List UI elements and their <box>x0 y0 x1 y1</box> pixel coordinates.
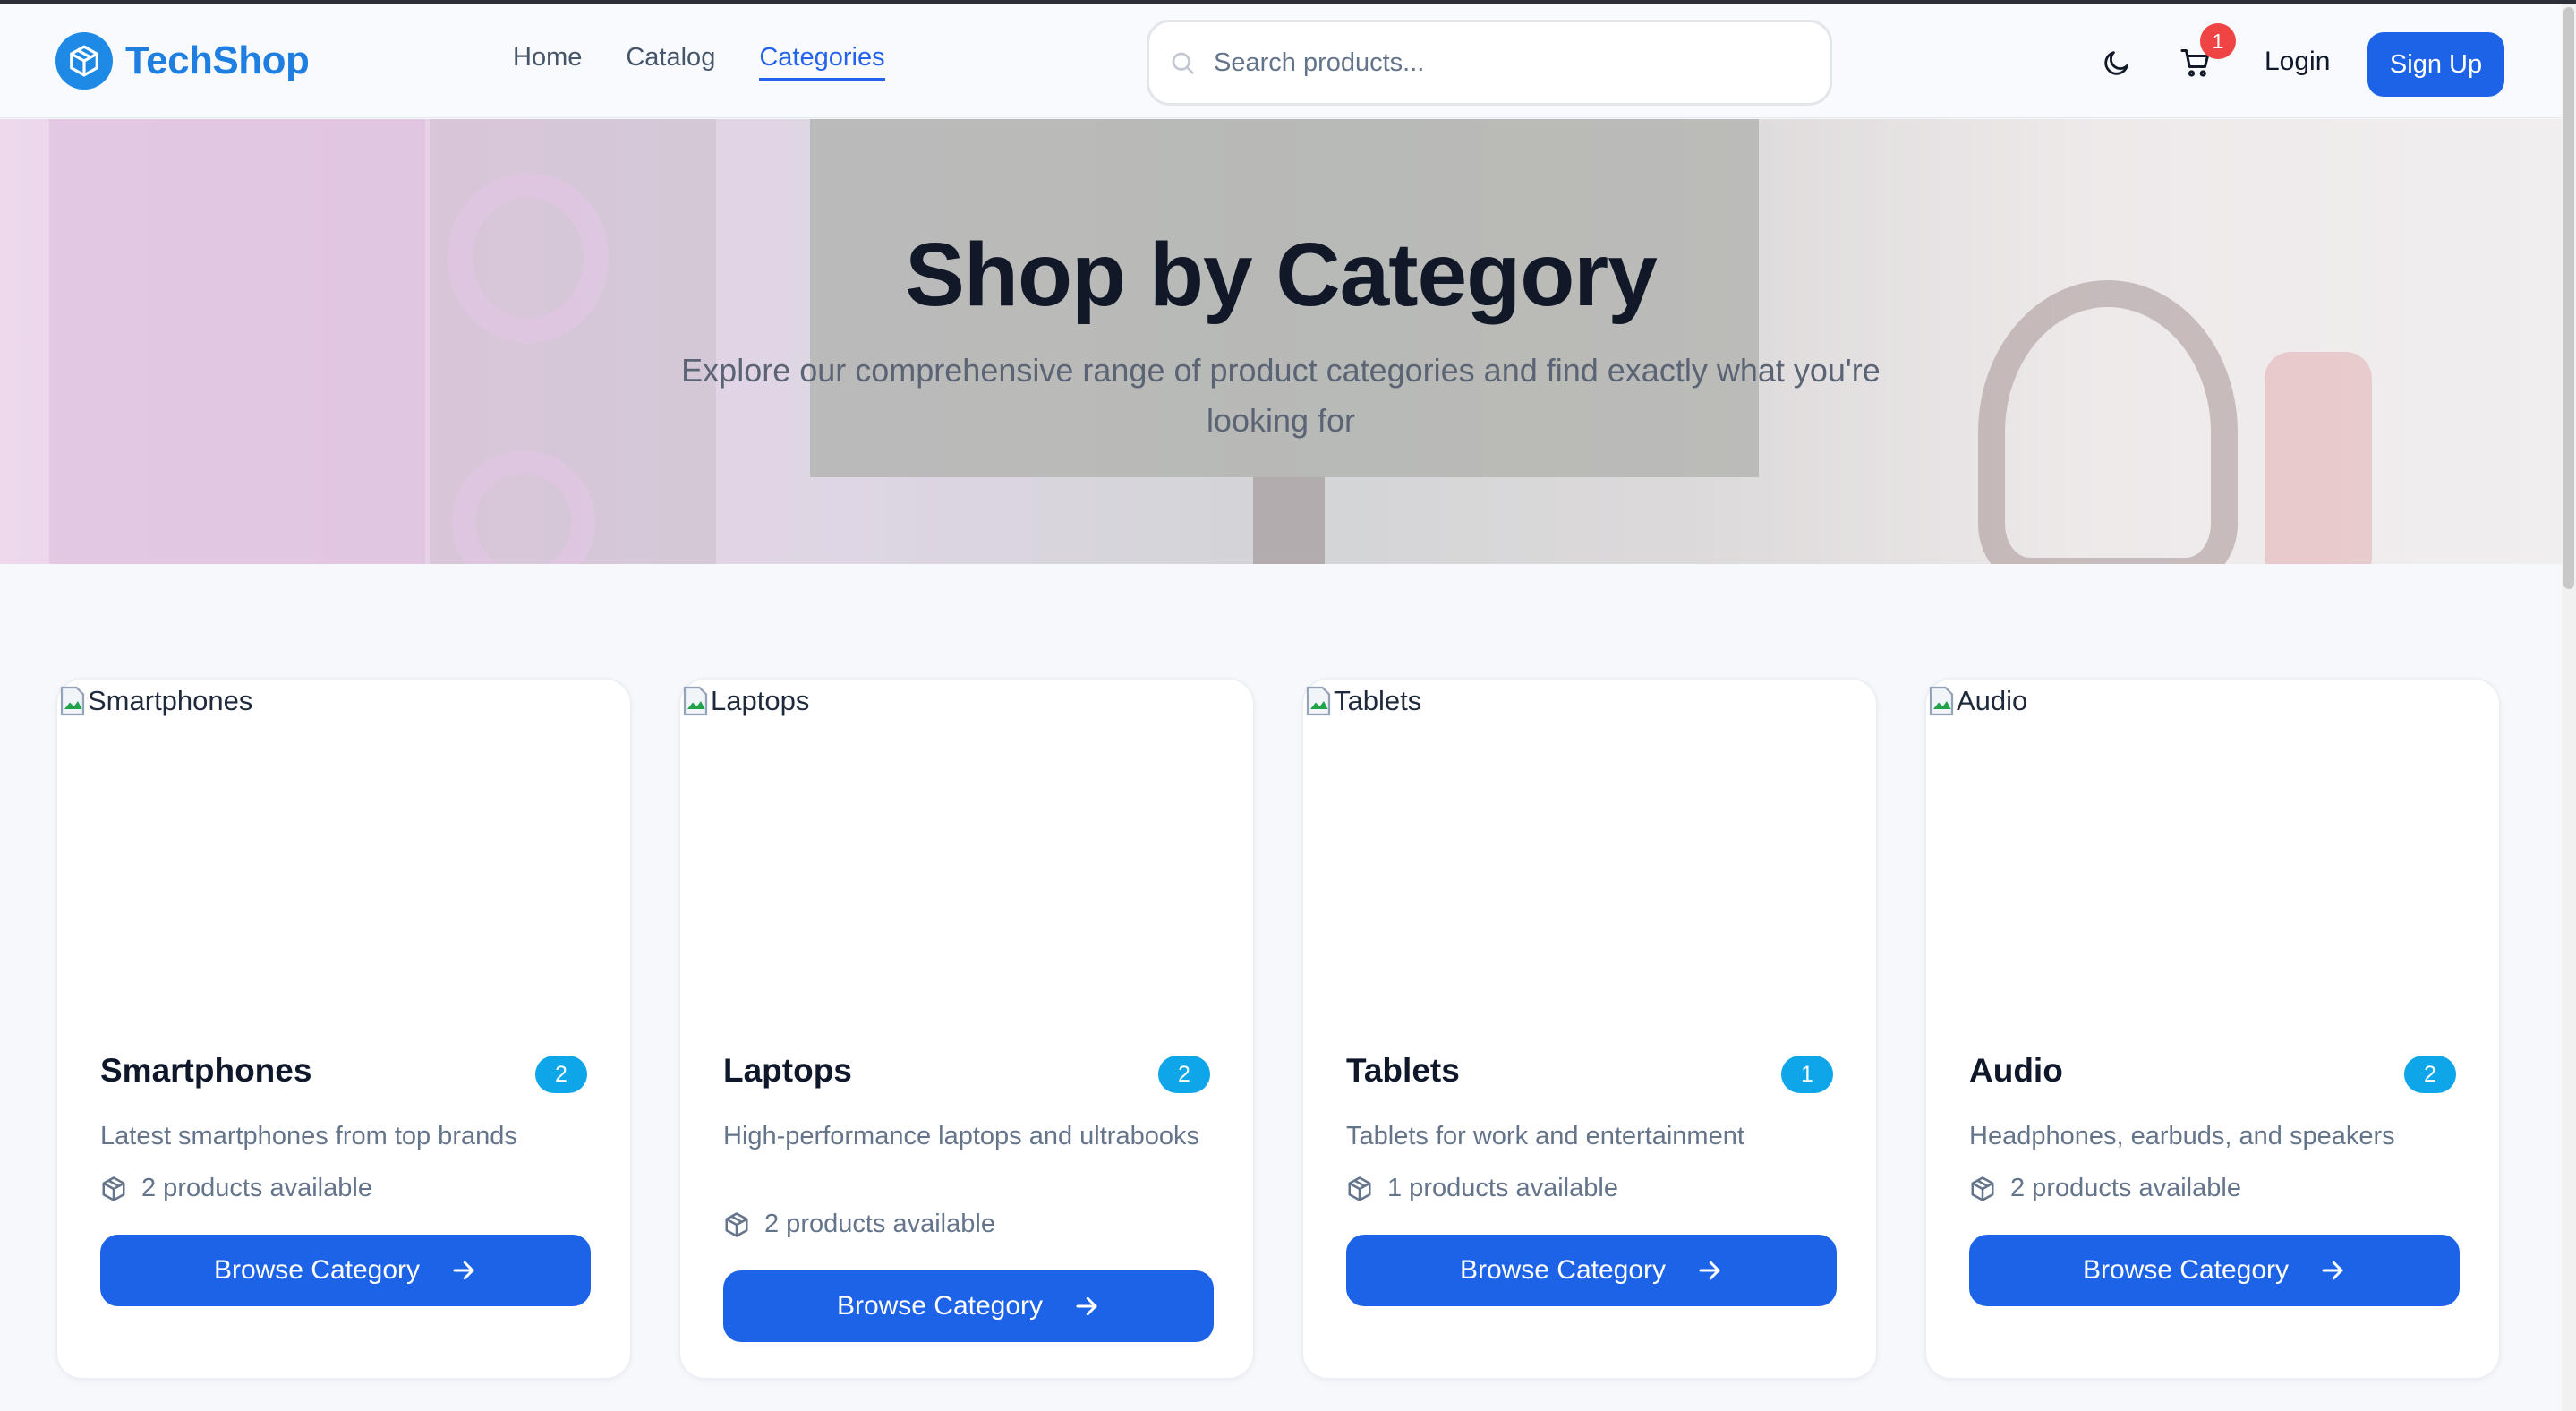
package-icon <box>102 1176 125 1201</box>
box-logo-icon <box>55 32 113 90</box>
image-alt-text: Laptops <box>711 685 810 716</box>
category-description: Latest smartphones from top brands <box>100 1122 517 1150</box>
product-count-badge: 2 <box>1158 1056 1210 1093</box>
products-available: 2 products available <box>100 1174 372 1203</box>
brand-name: TechShop <box>125 38 310 82</box>
image-alt-text: Audio <box>1957 685 2028 716</box>
products-available: 2 products available <box>723 1210 995 1239</box>
image-alt-text: Tablets <box>1334 685 1422 716</box>
category-image: Audio <box>1926 680 2499 1020</box>
broken-image-icon <box>60 686 85 716</box>
arrow-right-icon <box>1076 1296 1097 1316</box>
site-header: TechShop Home Catalog Categories 1 Login… <box>0 4 2562 118</box>
product-count-badge: 2 <box>2404 1056 2456 1093</box>
category-description: High-performance laptops and ultrabooks <box>723 1122 1199 1150</box>
products-available: 1 products available <box>1346 1174 1618 1203</box>
product-count-badge: 2 <box>535 1056 587 1093</box>
arrow-right-icon <box>453 1261 474 1280</box>
category-card-smartphones[interactable]: Smartphones Smartphones 2 Latest smartph… <box>55 678 632 1380</box>
category-title: Audio <box>1969 1052 2063 1089</box>
category-description: Headphones, earbuds, and speakers <box>1969 1122 2395 1150</box>
search-icon <box>1172 52 1194 74</box>
category-image: Laptops <box>680 680 1253 1020</box>
image-alt-text: Smartphones <box>88 685 253 716</box>
page-subtitle: Explore our comprehensive range of produ… <box>681 352 1881 439</box>
category-title: Laptops <box>723 1052 852 1089</box>
category-image: Smartphones <box>57 680 630 1020</box>
broken-image-icon <box>1306 686 1331 716</box>
category-card-laptops[interactable]: Laptops Laptops 2 High-performance lapto… <box>678 678 1255 1380</box>
browse-category-button[interactable]: Browse Category <box>1969 1235 2460 1306</box>
browse-category-button[interactable]: Browse Category <box>100 1235 591 1306</box>
category-card-tablets[interactable]: Tablets Tablets 1 Tablets for work and e… <box>1301 678 1878 1380</box>
category-description: Tablets for work and entertainment <box>1346 1122 1744 1150</box>
hero-banner: Shop by Category Explore our comprehensi… <box>0 119 2562 564</box>
scrollbar-thumb[interactable] <box>2563 7 2574 589</box>
brand-logo[interactable]: TechShop <box>55 32 310 90</box>
category-card-audio[interactable]: Audio Audio 2 Headphones, earbuds, and s… <box>1924 678 2501 1380</box>
login-link[interactable]: Login <box>2265 47 2330 77</box>
nav-catalog[interactable]: Catalog <box>626 43 715 81</box>
browse-category-button[interactable]: Browse Category <box>1346 1235 1837 1306</box>
category-title: Smartphones <box>100 1052 312 1089</box>
category-image: Tablets <box>1303 680 1876 1020</box>
moon-icon <box>2104 51 2128 75</box>
products-available: 2 products available <box>1969 1174 2241 1203</box>
cart-count-badge: 1 <box>2200 23 2236 59</box>
search-box[interactable] <box>1147 20 1832 106</box>
hero-overlay <box>0 119 2562 564</box>
package-icon <box>725 1211 748 1237</box>
theme-toggle-button[interactable] <box>2102 47 2132 82</box>
broken-image-icon <box>1929 686 1954 716</box>
browse-category-button[interactable]: Browse Category <box>723 1270 1214 1342</box>
nav-home[interactable]: Home <box>513 43 582 81</box>
arrow-right-icon <box>2322 1261 2343 1280</box>
page-title: Shop by Category <box>905 225 1658 325</box>
signup-button[interactable]: Sign Up <box>2367 32 2504 97</box>
nav-categories[interactable]: Categories <box>759 43 885 81</box>
package-icon <box>1971 1176 1994 1201</box>
broken-image-icon <box>683 686 708 716</box>
main-nav: Home Catalog Categories <box>513 43 885 81</box>
category-title: Tablets <box>1346 1052 1460 1089</box>
package-icon <box>1348 1176 1371 1201</box>
arrow-right-icon <box>1699 1261 1720 1280</box>
search-input[interactable] <box>1214 47 1787 78</box>
product-count-badge: 1 <box>1781 1056 1833 1093</box>
